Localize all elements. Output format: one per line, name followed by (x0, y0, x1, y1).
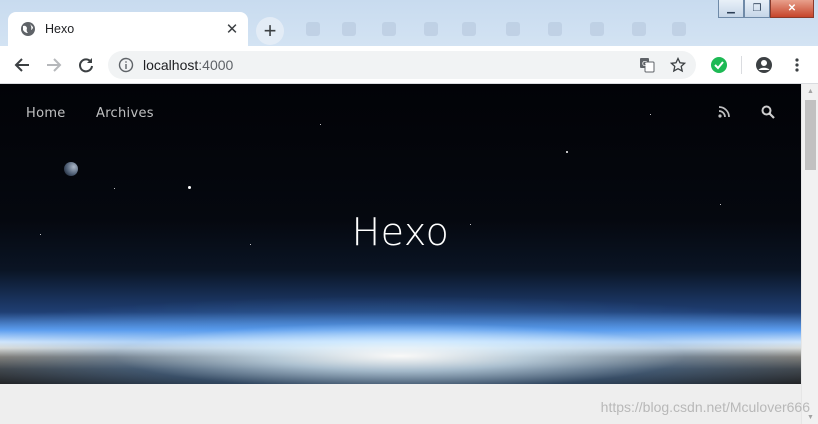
site-nav: Home Archives (0, 84, 801, 144)
window-controls: ▁ ❐ ✕ (718, 0, 814, 18)
faded-extension-icon (424, 22, 438, 36)
new-tab-button[interactable]: + (256, 17, 284, 45)
svg-text:G: G (642, 60, 647, 68)
browser-toolbar: localhost:4000 G (0, 46, 818, 84)
faded-extension-icon (632, 22, 646, 36)
faded-extension-icon (590, 22, 604, 36)
tab-title: Hexo (45, 22, 75, 36)
minimize-icon[interactable]: ▁ (718, 0, 744, 18)
extension-icon[interactable] (708, 54, 730, 76)
faded-extension-icon (342, 22, 356, 36)
scroll-thumb[interactable] (805, 100, 816, 170)
star (566, 151, 568, 153)
browser-window: Hexo ✕ + ▁ ❐ ✕ localhost:4000 G Home Arc… (0, 0, 818, 424)
reload-icon[interactable] (75, 54, 97, 76)
watermark-text: https://blog.csdn.net/Mculover666 (600, 399, 810, 415)
hero-banner: Home Archives Hexo (0, 84, 801, 384)
back-arrow-icon[interactable] (11, 54, 33, 76)
page-viewport: Home Archives Hexo (0, 84, 801, 424)
url-port: :4000 (198, 57, 234, 73)
faded-extension-icon (462, 22, 476, 36)
page-scrollbar[interactable]: ▲ ▼ (801, 84, 818, 424)
star (188, 186, 191, 189)
faded-extension-icon (506, 22, 520, 36)
tab-strip: Hexo ✕ + ▁ ❐ ✕ (0, 0, 818, 46)
rss-icon[interactable] (716, 104, 732, 120)
tab-hexo[interactable]: Hexo ✕ (8, 12, 248, 46)
address-bar[interactable]: localhost:4000 G (108, 51, 696, 79)
search-icon[interactable] (760, 104, 776, 120)
star (114, 188, 115, 189)
faded-extension-icon (548, 22, 562, 36)
nav-link-archives[interactable]: Archives (96, 106, 154, 121)
account-icon[interactable] (753, 54, 775, 76)
faded-extension-icon (306, 22, 320, 36)
menu-kebab-icon[interactable] (786, 54, 808, 76)
nav-link-home[interactable]: Home (26, 106, 66, 121)
translate-icon[interactable]: G (638, 56, 656, 74)
info-icon[interactable] (118, 57, 134, 73)
scroll-up-icon[interactable]: ▲ (802, 84, 818, 98)
close-tab-icon[interactable]: ✕ (222, 19, 242, 39)
maximize-icon[interactable]: ❐ (744, 0, 770, 18)
faded-extension-icon (382, 22, 396, 36)
site-title[interactable]: Hexo (0, 210, 801, 254)
close-icon[interactable]: ✕ (770, 0, 814, 18)
url-host: localhost (143, 57, 199, 73)
toolbar-divider (741, 56, 742, 74)
forward-arrow-icon[interactable] (43, 54, 65, 76)
star (720, 204, 721, 205)
url-text: localhost:4000 (143, 57, 233, 73)
moon (64, 162, 78, 176)
globe-icon (20, 21, 36, 37)
faded-extension-icon (672, 22, 686, 36)
star-icon[interactable] (669, 56, 687, 74)
